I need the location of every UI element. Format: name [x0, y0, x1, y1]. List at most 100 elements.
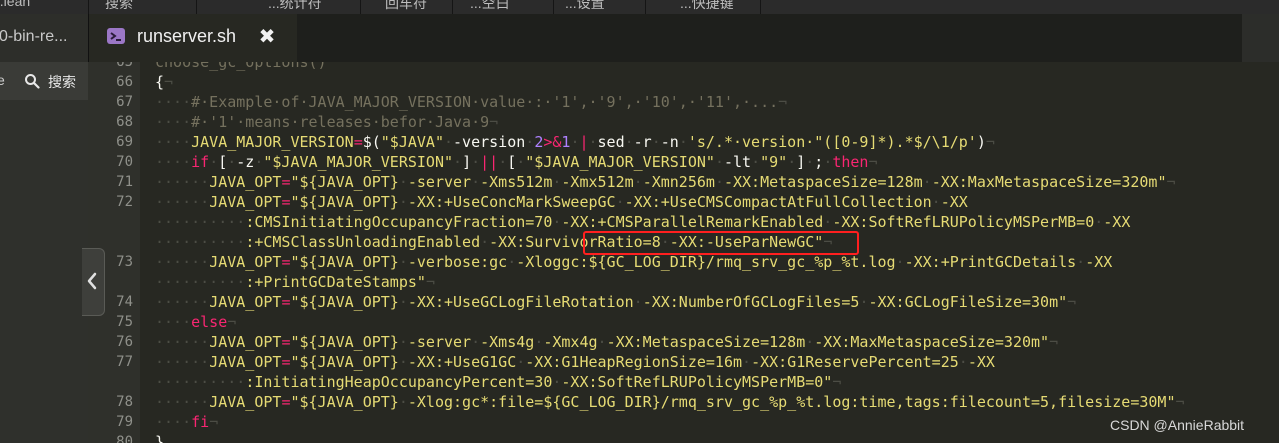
- code-token: ¬: [778, 93, 788, 111]
- watermark: CSDN @AnnieRabbit: [1110, 417, 1245, 433]
- code-token: -XX:+UseCMSCompactAtFullCollection: [624, 193, 932, 211]
- code-token: ······: [155, 293, 210, 311]
- code-token: -Xmn256m: [642, 173, 715, 191]
- code-token: ¬: [1049, 333, 1059, 351]
- code-token: ¬: [868, 153, 878, 171]
- code-line: ······JAVA_OPT="${JAVA_OPT}·-XX:+UseConc…: [155, 192, 968, 212]
- code-token: "$JAVA_MAJOR_VERSION": [263, 153, 454, 171]
- terminal-script-icon: [107, 28, 125, 44]
- code-token: ·: [958, 353, 968, 371]
- code-token: ······: [155, 173, 210, 191]
- code-token: ]: [796, 153, 806, 171]
- side-toolbar: e 搜索: [0, 62, 88, 100]
- search-icon[interactable]: [24, 73, 40, 89]
- code-token: JAVA_OPT: [209, 173, 282, 191]
- code-token: ·: [227, 153, 237, 171]
- code-token: -version: [453, 133, 526, 151]
- code-token: -XX:GCLogFileSize=30m": [868, 293, 1068, 311]
- code-token: ·: [398, 333, 408, 351]
- top-menu-item[interactable]: ...统计符: [268, 0, 322, 11]
- code-line: choose_gc_options(): [155, 62, 327, 72]
- code-token: ¬: [227, 313, 237, 331]
- line-number: 70: [116, 154, 133, 170]
- code-token: ·: [209, 153, 219, 171]
- code-token: ·: [398, 193, 408, 211]
- code-token: ]: [462, 153, 472, 171]
- code-token: "$JAVA_MAJOR_VERSION": [525, 153, 715, 171]
- code-token: ··········: [155, 373, 246, 391]
- menu-separator: [88, 0, 89, 14]
- tab-bin-file[interactable]: 0-bin-re...: [0, 14, 89, 62]
- code-token: -XX: [940, 193, 968, 211]
- code-token: ¬: [164, 73, 174, 91]
- code-token: ¬: [985, 133, 995, 151]
- tab-label: runserver.sh: [137, 26, 237, 46]
- top-menu-item[interactable]: 搜索: [105, 0, 133, 11]
- code-token: -XX:G1HeapRegionSize=16m: [525, 353, 743, 371]
- code-token: "${JAVA_OPT}: [290, 353, 399, 371]
- panel-collapse-button[interactable]: [82, 248, 105, 316]
- tab-runserver[interactable]: runserver.sh ✖: [89, 14, 297, 62]
- code-token: ·: [751, 153, 761, 171]
- code-token: -z: [236, 153, 255, 171]
- code-token: ·: [597, 333, 607, 351]
- code-token: -n: [660, 133, 679, 151]
- code-line: ····fi¬: [155, 412, 218, 432]
- code-token: ·: [516, 153, 526, 171]
- code-token: ····: [155, 93, 192, 111]
- line-number: 80: [116, 434, 133, 443]
- code-token: -XX:+UseConcMarkSweepGC: [407, 193, 616, 211]
- search-button[interactable]: 搜索: [48, 72, 76, 92]
- code-token: -XX:MaxMetaspaceSize=320m": [814, 333, 1050, 351]
- code-token: ·: [805, 153, 815, 171]
- code-token: else: [191, 313, 228, 331]
- close-icon[interactable]: ✖: [257, 24, 277, 48]
- code-token: JAVA_OPT: [209, 253, 282, 271]
- code-token: ·: [471, 173, 481, 191]
- code-token: ·: [633, 293, 643, 311]
- code-line: ······JAVA_OPT="${JAVA_OPT}·-XX:+UseGCLo…: [155, 292, 1076, 312]
- code-token: -XX:NumberOfGCLogFiles=5: [642, 293, 860, 311]
- code-token: |: [579, 133, 589, 151]
- code-token: -Xms512m: [480, 173, 553, 191]
- code-token: "${JAVA_OPT}: [290, 193, 399, 211]
- code-token: {: [155, 73, 165, 91]
- code-token: -server: [407, 173, 472, 191]
- code-token: "${JAVA_OPT}: [290, 293, 399, 311]
- code-token: -XX:G1ReservePercent=25: [751, 353, 959, 371]
- code-token: [: [507, 153, 517, 171]
- code-token: ·: [516, 353, 526, 371]
- top-menu-item[interactable]: ...空白: [470, 0, 510, 11]
- code-token: ·: [787, 153, 797, 171]
- code-token: ¬: [425, 273, 435, 291]
- code-token: JAVA_OPT: [209, 333, 282, 351]
- code-editor[interactable]: 65 66 67 68 69 70 71 72 73 74 75 76 77 78 79 80 choose_…: [88, 62, 1279, 443]
- top-menu-item[interactable]: 回车符: [385, 0, 427, 11]
- code-token: ·: [1076, 253, 1086, 271]
- code-token: -Xmx512m: [561, 173, 634, 191]
- code-token: ¬: [489, 113, 499, 131]
- code-token: -r: [633, 133, 652, 151]
- code-token: ··········: [155, 273, 246, 291]
- code-token: ¬: [832, 373, 842, 391]
- code-line: {¬: [155, 72, 173, 92]
- code-token: ··········: [155, 233, 246, 251]
- menu-separator: [760, 0, 761, 14]
- top-menu-item[interactable]: ...快捷键: [680, 0, 734, 11]
- line-number: 79: [116, 414, 133, 430]
- code-line: ······JAVA_OPT="${JAVA_OPT}·-server·-Xms…: [155, 172, 1176, 192]
- top-menu-item[interactable]: ...lean: [0, 0, 30, 11]
- code-token: $(: [362, 133, 381, 151]
- code-token: #·Example·of·JAVA_MAJOR_VERSION·value·:·…: [191, 93, 779, 111]
- menu-separator: [196, 0, 197, 14]
- code-token: -verbose:gc: [407, 253, 508, 271]
- code-token: ·: [398, 253, 408, 271]
- code-line: ··········:CMSInitiatingOccupancyFractio…: [155, 212, 1130, 232]
- code-token: #·'1'·means·releases·befor·Java·9: [191, 113, 490, 131]
- top-menu-item[interactable]: ...设置: [565, 0, 605, 11]
- code-token: :InitiatingHeapOccupancyPercent=30: [245, 373, 553, 391]
- code-line: ····JAVA_MAJOR_VERSION=$("$JAVA"·-versio…: [155, 132, 995, 152]
- code-token: JAVA_OPT: [209, 193, 282, 211]
- code-token: ······: [155, 333, 210, 351]
- code-line: ····else¬: [155, 312, 236, 332]
